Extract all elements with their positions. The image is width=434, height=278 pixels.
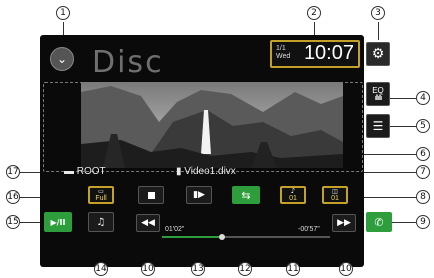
settings-button[interactable]: ⚙: [366, 42, 390, 66]
callout-2: 2: [307, 6, 321, 20]
callout-5: 5: [416, 119, 430, 133]
callout-10a: 10: [141, 262, 155, 276]
callout-3: 3: [371, 6, 385, 20]
eq-bars-icon: ıllıllı: [374, 93, 383, 102]
callout-15: 15: [6, 215, 20, 229]
leader-3: [378, 22, 379, 40]
elapsed-time: 01'02": [165, 226, 185, 233]
remaining-time: -00'57": [298, 226, 320, 233]
play-pause-label: ▶/II: [50, 217, 66, 227]
progress-fill: [162, 236, 223, 238]
repeat-icon: ⇆: [241, 188, 251, 202]
callout-14: 14: [94, 262, 108, 276]
callout-9: 9: [416, 215, 430, 229]
date-bottom: Wed: [276, 53, 291, 60]
chevron-down-icon: ⌄: [56, 52, 68, 66]
info-area[interactable]: [43, 82, 363, 172]
clock-time: 10:07: [303, 42, 354, 64]
callout-17: 17: [6, 165, 20, 179]
callout-7: 7: [416, 165, 430, 179]
repeat-button[interactable]: ⇆: [232, 186, 260, 204]
source-menu-button[interactable]: ⌄: [50, 47, 74, 71]
eq-button[interactable]: EQ ıllıllı: [366, 82, 390, 106]
callout-8: 8: [416, 190, 430, 204]
clock-date: 1/1 Wed: [276, 45, 290, 61]
subtitle-label: Full: [95, 194, 107, 202]
phone-icon: ✆: [374, 215, 384, 229]
previous-track-icon: ◀◀: [141, 218, 155, 228]
next-track-button[interactable]: ▶▶: [332, 214, 356, 232]
leader-8: [364, 197, 416, 198]
folder-path: ▬ ROOT: [64, 166, 106, 177]
gear-icon: ⚙: [371, 46, 385, 62]
file-path: ▮ Video1.divx: [176, 166, 236, 177]
date-top: 1/1: [276, 45, 286, 52]
callout-4: 4: [416, 91, 430, 105]
leader-16: [20, 197, 42, 198]
media-panel-button[interactable]: ♫: [88, 212, 114, 232]
music-note-icon: ♪: [290, 187, 296, 195]
audio-button[interactable]: ♪ 01: [280, 186, 306, 204]
phone-button[interactable]: ✆: [366, 212, 392, 232]
progress-bar[interactable]: [162, 234, 330, 240]
list-icon: ☰: [372, 119, 384, 133]
callout-13: 13: [191, 262, 205, 276]
leader-17: [20, 172, 42, 173]
source-watermark: Disc: [92, 45, 164, 80]
callout-10b: 10: [339, 262, 353, 276]
callout-11: 11: [286, 262, 300, 276]
leader-6: [364, 154, 416, 155]
list-button[interactable]: ☰: [366, 114, 390, 138]
previous-track-button[interactable]: ◀◀: [136, 214, 160, 232]
audio-label: 01: [289, 195, 297, 202]
folder-icon: ▬: [64, 166, 77, 177]
leader-7: [364, 172, 416, 173]
clock-display[interactable]: 1/1 Wed 10:07: [270, 40, 360, 68]
media-panel-icon: ♫: [96, 216, 106, 228]
callout-6: 6: [416, 147, 430, 161]
stop-icon: [147, 191, 155, 199]
callout-16: 16: [6, 190, 20, 204]
slow-play-button[interactable]: ▮▶: [186, 186, 212, 204]
slow-play-icon: ▮▶: [193, 190, 205, 200]
stop-button[interactable]: [138, 186, 164, 204]
callout-1: 1: [56, 6, 70, 20]
play-pause-button[interactable]: ▶/II: [44, 212, 72, 232]
callout-12: 12: [238, 262, 252, 276]
leader-15: [20, 222, 42, 223]
subtitle-button[interactable]: ▭ Full: [88, 186, 114, 204]
eq-label: EQ: [372, 85, 384, 95]
angle-label: 01: [331, 194, 339, 202]
angle-button[interactable]: ◫ 01: [322, 186, 348, 204]
next-track-icon: ▶▶: [337, 218, 351, 228]
